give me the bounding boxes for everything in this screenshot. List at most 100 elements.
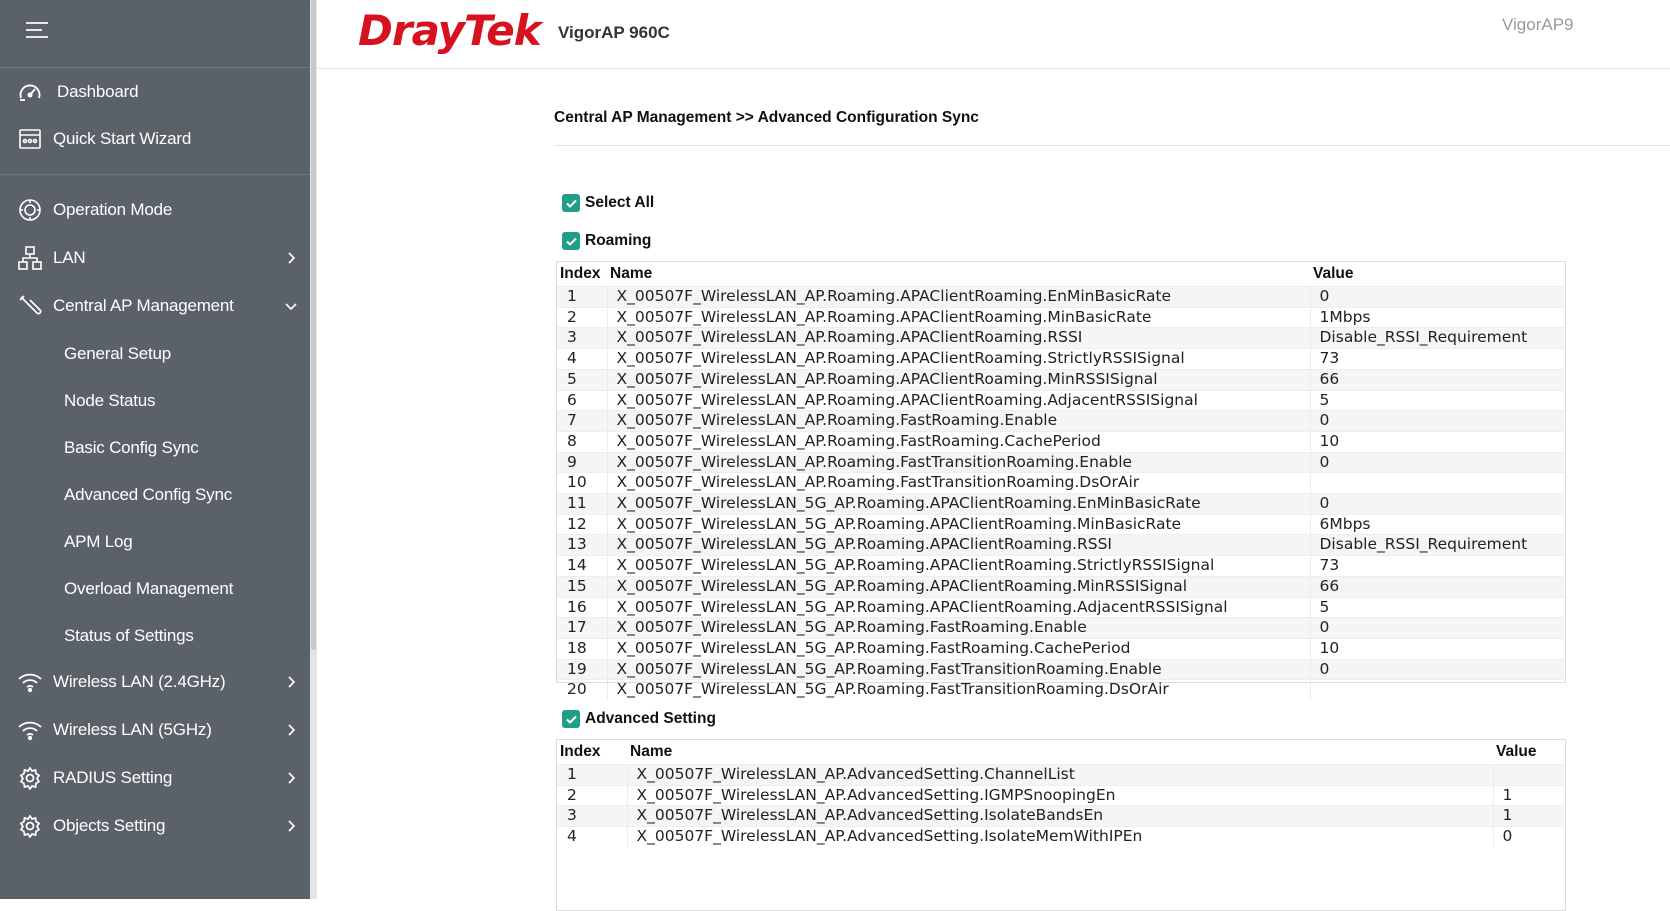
row-value: 73 [1309, 348, 1564, 370]
row-name: X_00507F_WirelessLAN_5G_AP.Roaming.APACl… [606, 596, 1310, 618]
row-name: X_00507F_WirelessLAN_AP.Roaming.APAClien… [606, 348, 1310, 370]
advanced-setting-checkbox[interactable]: Advanced Setting [562, 710, 716, 728]
sidebar-item-wireless-lan-24[interactable]: Wireless LAN (2.4GHz) [0, 660, 310, 704]
row-name: X_00507F_WirelessLAN_AP.AdvancedSetting.… [626, 764, 1493, 786]
sidebar-item-wireless-lan-5[interactable]: Wireless LAN (5GHz) [0, 708, 310, 752]
row-index: 15 [557, 575, 607, 598]
row-name: X_00507F_WirelessLAN_AP.Roaming.APAClien… [606, 389, 1310, 411]
row-value: Disable_RSSI_Requirement [1309, 534, 1564, 556]
row-value: 0 [1492, 826, 1564, 847]
lan-icon [17, 245, 43, 271]
row-index: 12 [557, 513, 607, 535]
table-row: 10 X_00507F_WirelessLAN_AP.Roaming.FastTr… [557, 472, 1564, 494]
sidebar-item-dashboard[interactable]: Dashboard [0, 70, 310, 114]
sidebar-item-operation-mode[interactable]: Operation Mode [0, 188, 310, 232]
row-index: 18 [557, 637, 607, 660]
row-name: X_00507F_WirelessLAN_5G_AP.Roaming.FastT… [606, 658, 1310, 680]
sidebar-item-label: Basic Config Sync [64, 438, 199, 457]
sidebar-item-label: General Setup [64, 344, 172, 363]
row-index: 4 [557, 348, 607, 370]
row-index: 9 [557, 451, 607, 473]
gauge-icon [17, 79, 43, 105]
table-row: 18 X_00507F_WirelessLAN_5G_AP.Roaming.Fas… [557, 637, 1564, 660]
table-row: 19 X_00507F_WirelessLAN_5G_AP.Roaming.Fas… [557, 658, 1564, 680]
select-all-label: Select All [585, 194, 655, 211]
sidebar-item-basic-config-sync[interactable]: Basic Config Sync [0, 426, 310, 470]
sidebar-item-quick-start-wizard[interactable]: Quick Start Wizard [0, 117, 310, 161]
model-name: VigorAP 960C [558, 23, 670, 42]
row-value: 6Mbps [1309, 513, 1564, 535]
menu-toggle-icon[interactable] [26, 22, 48, 42]
row-value: 0 [1309, 410, 1564, 432]
roaming-checkbox[interactable]: Roaming [562, 232, 651, 250]
row-value [1309, 679, 1564, 701]
sidebar-item-overload-management[interactable]: Overload Management [0, 567, 310, 611]
sidebar-item-general-setup[interactable]: General Setup [0, 332, 310, 376]
chevron-right-icon [288, 724, 296, 736]
sidebar-item-objects-setting[interactable]: Objects Setting [0, 804, 310, 848]
table-row: 4 X_00507F_WirelessLAN_AP.AdvancedSetting… [557, 826, 1564, 847]
row-name: X_00507F_WirelessLAN_AP.AdvancedSetting.… [626, 784, 1493, 806]
wifi-icon [17, 669, 43, 695]
row-value: 10 [1309, 637, 1564, 660]
row-index: 20 [557, 679, 607, 701]
sidebar-item-label: LAN [53, 248, 86, 267]
row-name: X_00507F_WirelessLAN_5G_AP.Roaming.APACl… [606, 513, 1310, 535]
wrench-icon [17, 293, 43, 319]
row-name: X_00507F_WirelessLAN_AP.Roaming.FastTran… [606, 451, 1310, 473]
row-value: 0 [1309, 493, 1564, 515]
sidebar-item-label: Operation Mode [53, 200, 173, 219]
advanced-setting-label: Advanced Setting [585, 710, 716, 727]
sidebar-item-label: RADIUS Setting [53, 768, 173, 787]
row-value [1492, 764, 1564, 786]
table-row: 6 X_00507F_WirelessLAN_AP.Roaming.APAClie… [557, 389, 1564, 411]
roaming-label: Roaming [585, 232, 652, 249]
row-name: X_00507F_WirelessLAN_AP.Roaming.APAClien… [606, 286, 1310, 308]
row-index: 5 [557, 368, 607, 391]
table-row: 12 X_00507F_WirelessLAN_5G_AP.Roaming.APA… [557, 513, 1564, 535]
sidebar-item-label: Advanced Config Sync [64, 485, 232, 504]
sidebar-item-lan[interactable]: LAN [0, 236, 310, 280]
advanced-setting-table: Index Name Value 1 X_00507F_WirelessLAN_A… [557, 740, 1564, 847]
select-all-checkbox[interactable]: Select All [562, 194, 654, 212]
sidebar-item-radius-setting[interactable]: RADIUS Setting [0, 756, 310, 800]
row-index: 2 [557, 784, 627, 806]
gear-icon [17, 813, 43, 839]
operation-mode-icon [17, 197, 43, 223]
row-value: 0 [1309, 617, 1564, 639]
chevron-right-icon [288, 676, 296, 688]
sidebar-item-central-ap-management[interactable]: Central AP Management [0, 284, 310, 328]
gear-icon [17, 765, 43, 791]
row-name: X_00507F_WirelessLAN_AP.Roaming.FastRoam… [606, 430, 1310, 453]
checkmark-icon [562, 232, 580, 250]
row-value [1309, 472, 1564, 494]
row-value: 0 [1309, 286, 1564, 308]
row-index: 1 [557, 764, 627, 786]
table-row: 3 X_00507F_WirelessLAN_AP.Roaming.APAClie… [557, 327, 1564, 349]
row-name: X_00507F_WirelessLAN_AP.Roaming.APAClien… [606, 368, 1310, 391]
table-row: 14 X_00507F_WirelessLAN_5G_AP.Roaming.APA… [557, 555, 1564, 577]
row-value: 1 [1492, 784, 1564, 806]
table-row: 16 X_00507F_WirelessLAN_5G_AP.Roaming.APA… [557, 596, 1564, 618]
row-name: X_00507F_WirelessLAN_5G_AP.Roaming.FastR… [606, 617, 1310, 639]
checkmark-icon [562, 194, 580, 212]
sidebar-scrollbar-thumb[interactable] [311, 0, 316, 650]
sidebar-item-status-of-settings[interactable]: Status of Settings [0, 614, 310, 658]
sidebar-item-advanced-config-sync[interactable]: Advanced Config Sync [0, 473, 310, 517]
row-index: 19 [557, 658, 607, 680]
sidebar-item-node-status[interactable]: Node Status [0, 379, 310, 423]
sidebar-item-apm-log[interactable]: APM Log [0, 520, 310, 564]
row-index: 16 [557, 596, 607, 618]
table-row: 17 X_00507F_WirelessLAN_5G_AP.Roaming.Fas… [557, 617, 1564, 639]
table-row: 20 X_00507F_WirelessLAN_5G_AP.Roaming.Fas… [557, 679, 1564, 701]
row-index: 6 [557, 389, 607, 411]
sidebar-item-label: Wireless LAN (5GHz) [53, 720, 212, 739]
sidebar-item-label: Objects Setting [53, 816, 166, 835]
table-row: 9 X_00507F_WirelessLAN_AP.Roaming.FastTra… [557, 451, 1564, 473]
table-header-row: Index Name Value [557, 262, 1564, 287]
column-header-index: Index [560, 743, 601, 760]
row-value: 1 [1492, 805, 1564, 827]
table-row: 2 X_00507F_WirelessLAN_AP.AdvancedSetting… [557, 784, 1564, 806]
chevron-right-icon [288, 252, 296, 264]
sidebar-item-label: Dashboard [57, 82, 139, 101]
